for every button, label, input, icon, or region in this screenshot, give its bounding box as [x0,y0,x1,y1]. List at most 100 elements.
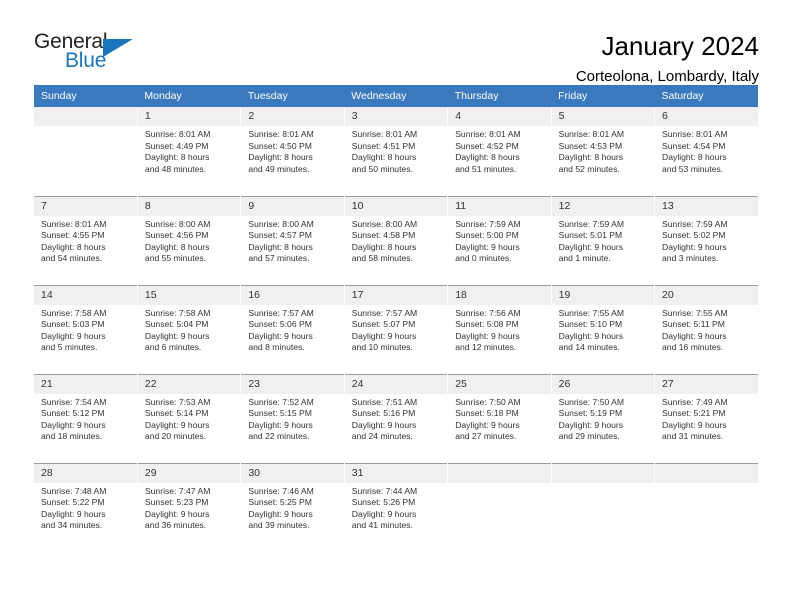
calendar-day-cell[interactable]: 5 Sunrise: 8:01 AM Sunset: 4:53 PM Daylight… [551,107,656,196]
calendar-day-cell[interactable]: 17 Sunrise: 7:57 AM Sunset: 5:07 PM Dayligh… [344,284,449,374]
day-number: 16 [241,285,344,305]
day-details: Sunrise: 8:01 AM Sunset: 4:51 PM Daylight:… [345,126,447,175]
day-number: 22 [137,374,241,394]
day-detail-sunrise: Sunrise: 7:59 AM [662,218,728,229]
calendar-day-cell[interactable]: 27 Sunrise: 7:49 AM Sunset: 5:21 PM Dayligh… [654,373,758,463]
calendar-day-cell[interactable]: 24 Sunrise: 7:51 AM Sunset: 5:16 PM Dayligh… [344,373,449,463]
day-detail-sunrise: Sunrise: 8:00 AM [351,218,418,229]
day-detail-sunset: Sunset: 4:58 PM [351,230,416,241]
calendar-day-cell[interactable]: 6 Sunrise: 8:01 AM Sunset: 4:54 PM Daylight… [654,107,758,196]
day-number: 24 [344,374,448,394]
weekday-header-tuesday: Tuesday [240,85,345,107]
day-detail-daylight2: and 48 minutes. [144,163,207,174]
day-detail-sunset: Sunset: 4:52 PM [455,140,519,151]
day-detail-daylight2: and 36 minutes. [144,520,207,531]
calendar-day-cell[interactable]: 22 Sunrise: 7:53 AM Sunset: 5:14 PM Dayligh… [137,373,242,463]
general-blue-logo[interactable]: General Blue [34,30,139,76]
day-detail-daylight1: Daylight: 9 hours [558,419,624,430]
day-detail-daylight1: Daylight: 8 hours [144,241,210,252]
day-detail-daylight2: and 1 minute. [558,253,611,264]
calendar-day-cell[interactable]: 20 Sunrise: 7:55 AM Sunset: 5:11 PM Dayligh… [654,284,758,374]
day-detail-daylight2: and 0 minutes. [455,253,512,264]
calendar-day-cell[interactable]: 19 Sunrise: 7:55 AM Sunset: 5:10 PM Dayligh… [551,284,656,374]
day-detail-sunrise: Sunrise: 8:01 AM [351,129,418,139]
calendar-day-cell[interactable]: 14 Sunrise: 7:58 AM Sunset: 5:03 PM Dayligh… [34,284,138,374]
day-details: Sunrise: 7:57 AM Sunset: 5:07 PM Daylight:… [345,305,447,354]
day-number: 31 [344,463,448,483]
day-details: Sunrise: 7:59 AM Sunset: 5:00 PM Daylight:… [448,216,550,265]
day-detail-sunrise: Sunrise: 7:52 AM [248,396,314,407]
calendar-day-cell[interactable]: 13 Sunrise: 7:59 AM Sunset: 5:02 PM Dayligh… [654,195,758,285]
day-details: Sunrise: 7:51 AM Sunset: 5:16 PM Daylight:… [345,394,447,443]
day-detail-sunset: Sunset: 5:25 PM [248,497,312,508]
day-detail-sunrise: Sunrise: 7:59 AM [455,218,521,229]
day-detail-daylight1: Daylight: 9 hours [248,330,313,341]
calendar-day-cell[interactable]: 2 Sunrise: 8:01 AM Sunset: 4:50 PM Daylight… [240,107,345,196]
day-detail-daylight2: and 10 minutes. [351,342,413,353]
day-detail-daylight2: and 8 minutes. [248,342,305,353]
calendar-day-cell[interactable]: 1 Sunrise: 8:01 AM Sunset: 4:49 PM Daylight… [137,107,242,196]
day-detail-sunset: Sunset: 5:02 PM [662,230,726,241]
calendar-day-cell[interactable]: 8 Sunrise: 8:00 AM Sunset: 4:56 PM Daylight… [137,195,242,285]
day-detail-daylight2: and 27 minutes. [455,431,517,442]
day-number: 18 [448,285,551,305]
day-detail-daylight2: and 52 minutes. [558,163,620,174]
calendar-day-cell[interactable]: 11 Sunrise: 7:59 AM Sunset: 5:00 PM Dayligh… [447,195,552,285]
day-details: Sunrise: 7:57 AM Sunset: 5:06 PM Daylight:… [241,305,343,354]
day-details: Sunrise: 7:55 AM Sunset: 5:10 PM Daylight:… [552,305,654,354]
day-detail-sunset: Sunset: 5:21 PM [662,408,726,419]
calendar-day-cell[interactable]: 12 Sunrise: 7:59 AM Sunset: 5:01 PM Dayligh… [551,195,656,285]
day-number: 23 [241,374,344,394]
day-detail-sunrise: Sunrise: 8:01 AM [558,129,625,139]
day-detail-daylight2: and 14 minutes. [558,342,620,353]
day-number: 25 [448,374,551,394]
calendar-cell-empty [34,107,138,196]
day-number: 6 [655,107,758,126]
day-detail-daylight1: Daylight: 9 hours [662,241,727,252]
day-detail-sunrise: Sunrise: 8:01 AM [455,129,521,139]
calendar-day-cell[interactable]: 29 Sunrise: 7:47 AM Sunset: 5:23 PM Dayligh… [137,462,242,552]
day-detail-sunrise: Sunrise: 8:00 AM [248,218,314,229]
calendar-day-cell[interactable]: 31 Sunrise: 7:44 AM Sunset: 5:26 PM Dayligh… [344,462,449,552]
calendar-day-cell[interactable]: 18 Sunrise: 7:56 AM Sunset: 5:08 PM Dayligh… [447,284,552,374]
day-detail-sunrise: Sunrise: 7:51 AM [351,396,418,407]
day-detail-daylight1: Daylight: 9 hours [144,419,210,430]
calendar-week-row: 14 Sunrise: 7:58 AM Sunset: 5:03 PM Dayligh… [34,284,758,374]
day-number: 29 [137,463,241,483]
calendar-cell-empty [654,462,758,552]
calendar-day-cell[interactable]: 23 Sunrise: 7:52 AM Sunset: 5:15 PM Dayligh… [240,373,345,463]
day-detail-daylight2: and 39 minutes. [248,520,310,531]
day-detail-daylight1: Daylight: 8 hours [144,152,210,163]
weekday-header-row: Sunday Monday Tuesday Wednesday Thursday… [34,85,758,107]
calendar-day-cell[interactable]: 25 Sunrise: 7:50 AM Sunset: 5:18 PM Dayligh… [447,373,552,463]
calendar-week-row: 7 Sunrise: 8:01 AM Sunset: 4:55 PM Daylight… [34,195,758,285]
day-details: Sunrise: 8:01 AM Sunset: 4:52 PM Daylight:… [448,126,550,175]
day-detail-sunset: Sunset: 4:54 PM [662,140,726,151]
calendar-day-cell[interactable]: 21 Sunrise: 7:54 AM Sunset: 5:12 PM Dayligh… [34,373,138,463]
day-number: 27 [655,374,758,394]
day-detail-sunrise: Sunrise: 7:49 AM [662,396,728,407]
calendar-day-cell[interactable]: 26 Sunrise: 7:50 AM Sunset: 5:19 PM Dayligh… [551,373,656,463]
calendar-day-cell[interactable]: 28 Sunrise: 7:48 AM Sunset: 5:22 PM Dayligh… [34,462,138,552]
calendar-day-cell[interactable]: 3 Sunrise: 8:01 AM Sunset: 4:51 PM Daylight… [344,107,449,196]
day-details: Sunrise: 8:01 AM Sunset: 4:55 PM Daylight:… [34,216,137,265]
day-detail-sunset: Sunset: 4:57 PM [248,230,312,241]
calendar-day-cell[interactable]: 15 Sunrise: 7:58 AM Sunset: 5:04 PM Dayligh… [137,284,242,374]
day-number: 11 [448,196,551,216]
calendar-day-cell[interactable]: 10 Sunrise: 8:00 AM Sunset: 4:58 PM Dayligh… [344,195,449,285]
calendar-day-cell[interactable]: 7 Sunrise: 8:01 AM Sunset: 4:55 PM Daylight… [34,195,138,285]
day-number: 30 [241,463,344,483]
day-detail-daylight1: Daylight: 8 hours [248,152,313,163]
day-detail-daylight1: Daylight: 8 hours [351,152,417,163]
calendar-week-row: 28 Sunrise: 7:48 AM Sunset: 5:22 PM Dayligh… [34,462,758,552]
calendar-day-cell[interactable]: 4 Sunrise: 8:01 AM Sunset: 4:52 PM Daylight… [447,107,552,196]
calendar-day-cell[interactable]: 30 Sunrise: 7:46 AM Sunset: 5:25 PM Dayligh… [240,462,345,552]
day-detail-sunrise: Sunrise: 8:00 AM [144,218,211,229]
day-detail-daylight1: Daylight: 9 hours [351,419,417,430]
calendar-day-cell[interactable]: 9 Sunrise: 8:00 AM Sunset: 4:57 PM Daylight… [240,195,345,285]
day-detail-daylight2: and 12 minutes. [455,342,517,353]
calendar-day-cell[interactable]: 16 Sunrise: 7:57 AM Sunset: 5:06 PM Dayligh… [240,284,345,374]
day-detail-daylight2: and 57 minutes. [248,253,310,264]
day-number: 12 [551,196,655,216]
day-detail-daylight1: Daylight: 8 hours [662,152,727,163]
